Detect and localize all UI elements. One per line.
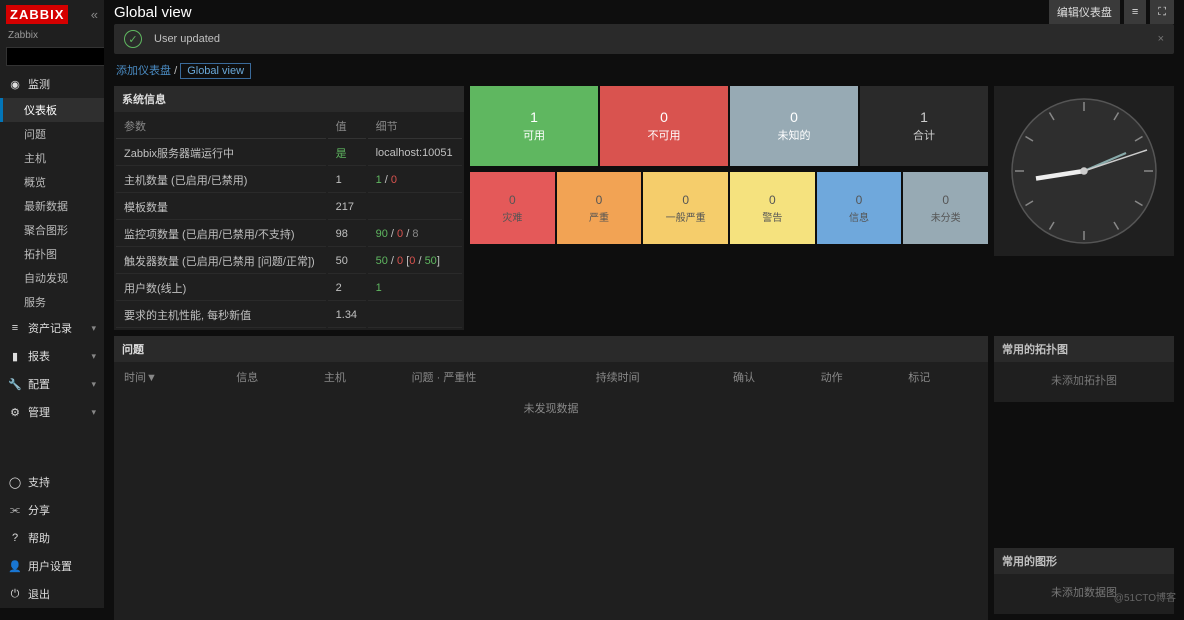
nav-share[interactable]: ⫘分享 <box>0 496 104 524</box>
eye-icon: ◉ <box>8 78 22 91</box>
share-icon: ⫘ <box>8 504 22 517</box>
problems-col[interactable]: 标记 <box>900 364 986 390</box>
nav-support[interactable]: ◯支持 <box>0 468 104 496</box>
nav-usersettings[interactable]: 👤用户设置 <box>0 552 104 580</box>
nav-sub-item[interactable]: 自动发现 <box>0 266 104 290</box>
problems-col[interactable]: 持续时间 <box>588 364 723 390</box>
fav-maps-title: 常用的拓扑图 <box>994 336 1174 362</box>
nav-sub-item[interactable]: 主机 <box>0 146 104 170</box>
watermark: @51CTO博客 <box>1114 589 1176 604</box>
help-icon: ? <box>8 532 22 544</box>
sysinfo-row: Zabbix服务器端运行中是localhost:10051 <box>116 141 462 166</box>
problems-panel: 问题 时间▼信息主机问题 · 严重性持续时间确认动作标记 未发现数据 <box>114 336 988 620</box>
nav-monitoring[interactable]: ◉ 监测 <box>0 70 104 98</box>
logo[interactable]: ZABBIX <box>6 5 68 24</box>
sidebar: ZABBIX « Zabbix 🔍 ◉ 监测 仪表板问题主机概览最新数据聚合图形… <box>0 0 104 608</box>
main: Global view 编辑仪表盘 ≡ ⛶ ✓ User updated × 添… <box>104 0 1184 608</box>
gear-icon: ⚙ <box>8 406 22 419</box>
chevron-down-icon: ▾ <box>91 379 96 390</box>
problems-empty: 未发现数据 <box>116 392 986 424</box>
close-icon[interactable]: × <box>1158 33 1164 45</box>
nav-sub-item[interactable]: 问题 <box>0 122 104 146</box>
fav-graphs-title: 常用的图形 <box>994 548 1174 574</box>
page-title: Global view <box>114 4 192 21</box>
breadcrumb-add[interactable]: 添加仪表盘 <box>116 65 171 77</box>
severity-card[interactable]: 0信息 <box>817 172 902 244</box>
sysinfo-row: 要求的主机性能, 每秒新值1.34 <box>116 303 462 328</box>
support-icon: ◯ <box>8 476 22 489</box>
problems-col[interactable]: 问题 · 严重性 <box>404 364 586 390</box>
host-status-row: 1可用0不可用0未知的1合计 <box>470 86 988 166</box>
nav-inventory[interactable]: ≡资产记录▾ <box>0 314 104 342</box>
chevron-down-icon: ▾ <box>91 323 96 334</box>
power-icon: ⏻ <box>8 588 22 601</box>
fullscreen-icon[interactable]: ⛶ <box>1150 0 1174 24</box>
user-icon: 👤 <box>8 560 22 573</box>
list-icon: ≡ <box>8 322 22 334</box>
status-card[interactable]: 0不可用 <box>600 86 728 166</box>
sysinfo-row: 触发器数量 (已启用/已禁用 [问题/正常])5050 / 0 [0 / 50] <box>116 249 462 274</box>
sysinfo-row: 模板数量217 <box>116 195 462 220</box>
nav-config[interactable]: 🔧配置▾ <box>0 370 104 398</box>
nav-sub-item[interactable]: 概览 <box>0 170 104 194</box>
sysinfo-row: 主机数量 (已启用/已禁用)11 / 0 <box>116 168 462 193</box>
topbar: Global view 编辑仪表盘 ≡ ⛶ <box>104 0 1184 24</box>
server-name: Zabbix <box>0 28 104 43</box>
nav-sub-item[interactable]: 拓扑图 <box>0 242 104 266</box>
status-card[interactable]: 1合计 <box>860 86 988 166</box>
chevron-down-icon: ▾ <box>91 407 96 418</box>
severity-card[interactable]: 0一般严重 <box>643 172 728 244</box>
message-text: User updated <box>154 33 220 45</box>
clock-icon <box>1009 96 1159 246</box>
chart-icon: ▮ <box>8 350 22 363</box>
sysinfo-panel: 系统信息 参数 值 细节 Zabbix服务器端运行中是localhost:100… <box>114 86 464 330</box>
problems-col[interactable]: 确认 <box>725 364 811 390</box>
wrench-icon: 🔧 <box>8 378 22 391</box>
message-bar: ✓ User updated × <box>114 24 1174 54</box>
nav-sub-item[interactable]: 聚合图形 <box>0 218 104 242</box>
nav-sub-item[interactable]: 最新数据 <box>0 194 104 218</box>
fav-graphs-panel: 常用的图形 未添加数据图 <box>994 548 1174 614</box>
problems-col[interactable]: 主机 <box>316 364 402 390</box>
nav-sub-item[interactable]: 服务 <box>0 290 104 314</box>
menu-icon[interactable]: ≡ <box>1124 0 1146 24</box>
severity-row: 0灾难0严重0一般严重0警告0信息0未分类 <box>470 172 988 244</box>
problems-title: 问题 <box>114 336 988 362</box>
problems-col[interactable]: 动作 <box>813 364 899 390</box>
sysinfo-row: 用户数(线上)21 <box>116 276 462 301</box>
problems-col[interactable]: 信息 <box>228 364 314 390</box>
check-icon: ✓ <box>124 30 142 48</box>
problems-col[interactable]: 时间▼ <box>116 364 226 390</box>
nav-logout[interactable]: ⏻退出 <box>0 580 104 608</box>
severity-card[interactable]: 0灾难 <box>470 172 555 244</box>
breadcrumb-current[interactable]: Global view <box>180 63 251 79</box>
fav-maps-empty: 未添加拓扑图 <box>994 362 1174 402</box>
edit-dashboard-button[interactable]: 编辑仪表盘 <box>1049 0 1120 24</box>
nav-monitoring-label: 监测 <box>28 76 50 92</box>
nav-sub-item[interactable]: 仪表板 <box>0 98 104 122</box>
problems-table: 时间▼信息主机问题 · 严重性持续时间确认动作标记 未发现数据 <box>114 362 988 426</box>
severity-card[interactable]: 0严重 <box>557 172 642 244</box>
nav-reports[interactable]: ▮报表▾ <box>0 342 104 370</box>
fav-maps-panel: 常用的拓扑图 未添加拓扑图 <box>994 336 1174 402</box>
severity-card[interactable]: 0警告 <box>730 172 815 244</box>
sysinfo-title: 系统信息 <box>114 86 464 112</box>
status-card[interactable]: 0未知的 <box>730 86 858 166</box>
nav-admin[interactable]: ⚙管理▾ <box>0 398 104 426</box>
nav-help[interactable]: ?帮助 <box>0 524 104 552</box>
status-card[interactable]: 1可用 <box>470 86 598 166</box>
severity-card[interactable]: 0未分类 <box>903 172 988 244</box>
breadcrumb: 添加仪表盘 / Global view <box>104 54 1184 86</box>
sysinfo-table: 参数 值 细节 Zabbix服务器端运行中是localhost:10051主机数… <box>114 112 464 330</box>
chevron-down-icon: ▾ <box>91 351 96 362</box>
sysinfo-row: 监控项数量 (已启用/已禁用/不支持)9890 / 0 / 8 <box>116 222 462 247</box>
clock-panel <box>994 86 1174 256</box>
collapse-sidebar-icon[interactable]: « <box>91 7 98 22</box>
